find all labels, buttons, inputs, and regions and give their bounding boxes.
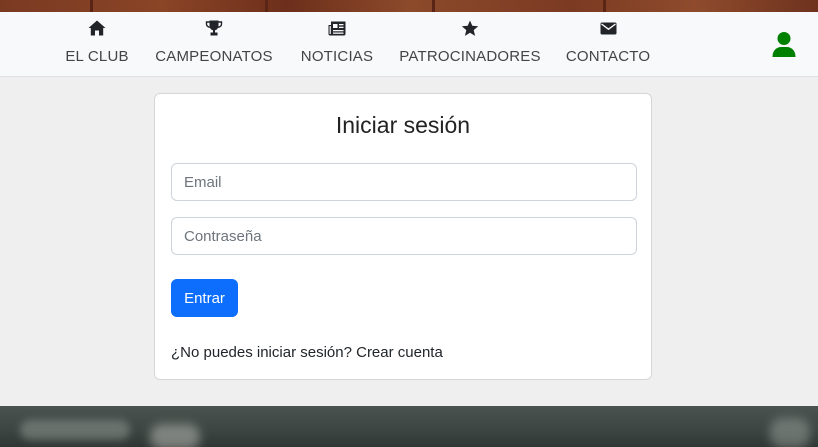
email-field[interactable] (171, 163, 637, 201)
main-navbar: EL CLUB CAMPEONATOS NOTICIAS PATROCINADO… (0, 12, 818, 77)
nav-item-noticias[interactable]: NOTICIAS (301, 12, 373, 76)
footer-background-image (0, 406, 818, 447)
nav-label: PATROCINADORES (399, 48, 541, 65)
envelope-icon (600, 20, 617, 36)
nav-item-patrocinadores[interactable]: PATROCINADORES (399, 12, 541, 76)
login-card: Iniciar sesión Entrar ¿No puedes iniciar… (154, 93, 652, 380)
star-icon (461, 20, 479, 36)
login-submit-button[interactable]: Entrar (171, 279, 238, 317)
create-account-link[interactable]: Crear cuenta (356, 344, 443, 361)
nav-label: NOTICIAS (300, 48, 374, 65)
nav-item-campeonatos[interactable]: CAMPEONATOS (155, 12, 273, 76)
nav-item-el-club[interactable]: EL CLUB (65, 12, 129, 76)
header-banner-image (0, 0, 818, 12)
login-title: Iniciar sesión (335, 112, 471, 138)
user-icon (771, 32, 797, 63)
trophy-icon (205, 20, 223, 36)
nav-item-contacto[interactable]: CONTACTO (566, 12, 650, 76)
cannot-login-text: ¿No puedes iniciar sesión? (171, 344, 352, 361)
nav-label: CAMPEONATOS (155, 48, 273, 65)
nav-label: EL CLUB (65, 48, 129, 65)
login-help-line: ¿No puedes iniciar sesión? Crear cuenta (171, 344, 443, 361)
newspaper-icon (328, 20, 346, 36)
nav-label: CONTACTO (565, 48, 651, 65)
password-field[interactable] (171, 217, 637, 255)
home-icon (88, 20, 106, 36)
user-account-button[interactable] (771, 31, 797, 59)
